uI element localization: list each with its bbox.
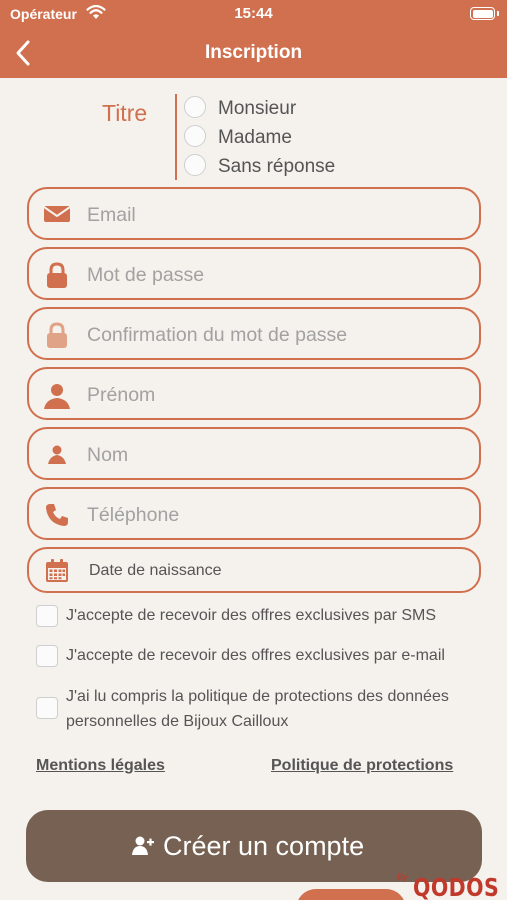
radio-circle[interactable]	[184, 154, 206, 176]
birthdate-placeholder: Date de naissance	[89, 562, 222, 579]
radio-label: Sans réponse	[218, 156, 336, 177]
privacy-consent-label-line2: personnelles de Bijoux Cailloux	[66, 713, 289, 730]
lock-icon	[43, 262, 71, 288]
radio-circle[interactable]	[184, 96, 206, 118]
person-icon	[43, 382, 71, 409]
sms-consent-label: J'accepte de recevoir des offres exclusi…	[66, 607, 437, 624]
nav-bar: Inscription	[0, 30, 507, 78]
password-field[interactable]: Mot de passe	[27, 247, 481, 300]
brand-logo: By QODOS	[393, 870, 503, 900]
brand-by: By	[397, 872, 408, 882]
checkbox-box[interactable]	[36, 697, 58, 719]
lock-icon	[43, 322, 71, 348]
person-small-icon	[43, 442, 71, 466]
status-bar: Opérateur 15:44	[0, 0, 507, 30]
email-consent-label: J'accepte de recevoir des offres exclusi…	[66, 647, 445, 664]
brand-name: QODOS	[413, 873, 500, 900]
add-user-icon	[132, 835, 154, 862]
last-name-placeholder: Nom	[87, 444, 129, 466]
envelope-icon	[43, 202, 71, 226]
create-account-label: Créer un compte	[163, 831, 365, 861]
password-placeholder: Mot de passe	[87, 264, 205, 286]
divider	[175, 94, 177, 180]
birthdate-field[interactable]: Date de naissance	[27, 547, 481, 593]
phone-field[interactable]: Téléphone	[27, 487, 481, 540]
radio-label: Monsieur	[218, 98, 297, 119]
phone-placeholder: Téléphone	[87, 504, 180, 526]
email-placeholder: Email	[87, 204, 136, 226]
radio-label: Madame	[218, 127, 292, 148]
bottom-tab[interactable]	[296, 889, 406, 900]
legal-notice-link[interactable]: Mentions légales	[36, 757, 165, 775]
email-consent-checkbox[interactable]: J'accepte de recevoir des offres exclusi…	[36, 644, 506, 668]
title-label: Titre	[102, 100, 148, 126]
radio-circle[interactable]	[184, 125, 206, 147]
checkbox-box[interactable]	[36, 645, 58, 667]
privacy-consent-checkbox[interactable]: J'ai lu compris la politique de protecti…	[36, 685, 506, 733]
phone-icon	[43, 502, 71, 526]
checkbox-box[interactable]	[36, 605, 58, 627]
first-name-field[interactable]: Prénom	[27, 367, 481, 420]
battery-icon	[470, 7, 499, 20]
first-name-placeholder: Prénom	[87, 384, 156, 406]
email-field[interactable]: Email	[27, 187, 481, 240]
calendar-icon	[43, 558, 71, 582]
clock-label: 15:44	[234, 5, 273, 22]
last-name-field[interactable]: Nom	[27, 427, 481, 480]
password-confirm-placeholder: Confirmation du mot de passe	[87, 324, 348, 346]
password-confirm-field[interactable]: Confirmation du mot de passe	[27, 307, 481, 360]
page-title: Inscription	[204, 42, 303, 63]
sms-consent-checkbox[interactable]: J'accepte de recevoir des offres exclusi…	[36, 604, 506, 628]
privacy-policy-link[interactable]: Politique de protections	[271, 757, 453, 775]
title-selector: Titre Monsieur Madame Sans réponse	[0, 92, 507, 182]
privacy-consent-label-line1: J'ai lu compris la politique de protecti…	[66, 688, 449, 705]
